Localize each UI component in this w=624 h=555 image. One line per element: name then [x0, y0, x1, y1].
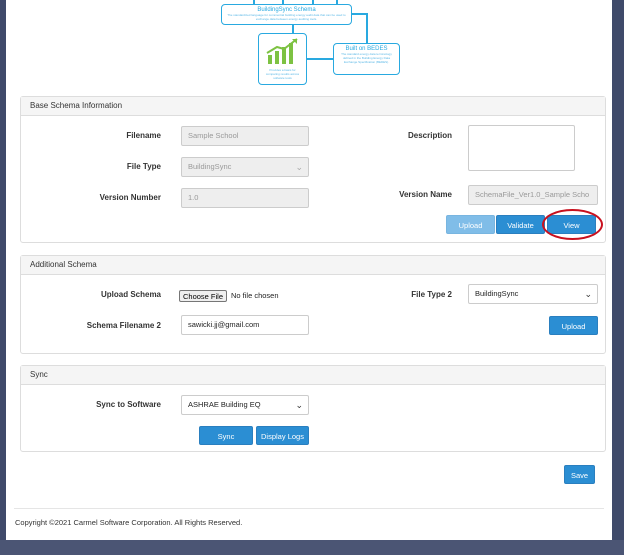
version-number-input[interactable]: 1.0	[181, 188, 309, 208]
base-schema-panel: Base Schema Information Filename Sample …	[20, 96, 606, 243]
diagram-arrow	[292, 25, 294, 33]
sync-to-software-select[interactable]: ASHRAE Building EQ ⌄	[181, 395, 309, 415]
chevron-down-icon: ⌄	[295, 400, 303, 410]
chart-box-desc: Provides a basis for comparing results a…	[265, 68, 300, 80]
upload-button[interactable]: Upload	[446, 215, 495, 234]
file-type-2-value: BuildingSync	[475, 289, 519, 298]
description-textarea[interactable]	[468, 125, 575, 171]
version-name-value: SchemaFile_Ver1.0_Sample Scho	[475, 190, 590, 199]
file-type-2-label: File Type 2	[411, 290, 452, 299]
file-type-2-select[interactable]: BuildingSync ⌄	[468, 284, 598, 304]
version-name-label: Version Name	[399, 190, 452, 199]
diagram-arrow	[307, 58, 335, 60]
sync-button[interactable]: Sync	[199, 426, 253, 445]
display-logs-button[interactable]: Display Logs	[256, 426, 309, 445]
panel-heading: Base Schema Information	[21, 97, 605, 116]
diagram-arrow	[366, 13, 368, 43]
panel-heading: Sync	[21, 366, 605, 385]
panel-heading: Additional Schema	[21, 256, 605, 275]
version-number-label: Version Number	[99, 193, 161, 202]
save-button[interactable]: Save	[564, 465, 595, 484]
copyright-footer: Copyright ©2021 Carmel Software Corporat…	[15, 518, 243, 527]
file-type-select[interactable]: BuildingSync ⌄	[181, 157, 309, 177]
upload-schema-label: Upload Schema	[100, 290, 161, 299]
upload-2-button[interactable]: Upload	[549, 316, 598, 335]
diagram-arrow	[352, 13, 367, 15]
choose-file-button[interactable]: Choose File	[179, 290, 228, 302]
filename-label: Filename	[126, 131, 161, 140]
sync-to-software-value: ASHRAE Building EQ	[188, 400, 261, 409]
version-number-value: 1.0	[188, 193, 199, 202]
additional-schema-panel: Additional Schema Upload Schema Choose F…	[20, 255, 606, 354]
file-type-value: BuildingSync	[188, 162, 232, 171]
bar-chart-icon	[265, 38, 298, 64]
buildingsync-schema-box: BuildingSync Schema The standardized lan…	[221, 4, 352, 25]
file-type-label: File Type	[126, 162, 161, 171]
view-highlight-circle	[542, 209, 603, 240]
window-bottom-band	[0, 540, 624, 555]
sync-to-software-label: Sync to Software	[96, 400, 161, 409]
validate-button[interactable]: Validate	[496, 215, 545, 234]
chevron-down-icon: ⌄	[295, 162, 303, 172]
schema-filename-2-value: sawicki.jj@gmail.com	[188, 320, 260, 329]
filename-input[interactable]: Sample School	[181, 126, 309, 146]
chevron-down-icon: ⌄	[584, 289, 592, 299]
schema-filename-2-input[interactable]: sawicki.jj@gmail.com	[181, 315, 309, 335]
sync-panel: Sync Sync to Software ASHRAE Building EQ…	[20, 365, 606, 452]
description-label: Description	[407, 131, 452, 140]
no-file-chosen-text: No file chosen	[231, 291, 279, 300]
buildingsync-diagram: BuildingSync Schema The standardized lan…	[6, 0, 612, 92]
filename-value: Sample School	[188, 131, 239, 140]
footer-divider	[14, 508, 604, 509]
schema-box-desc: The standardized language for commercial…	[227, 13, 346, 21]
chart-box: Provides a basis for comparing results a…	[258, 33, 307, 85]
page: BuildingSync Schema The standardized lan…	[6, 0, 612, 540]
bedes-box-desc: The standard energy data terminology def…	[341, 52, 392, 64]
version-name-input[interactable]: SchemaFile_Ver1.0_Sample Scho	[468, 185, 598, 205]
schema-filename-2-label: Schema Filename 2	[86, 321, 161, 330]
bedes-box: Built on BEDES The standard energy data …	[333, 43, 400, 75]
